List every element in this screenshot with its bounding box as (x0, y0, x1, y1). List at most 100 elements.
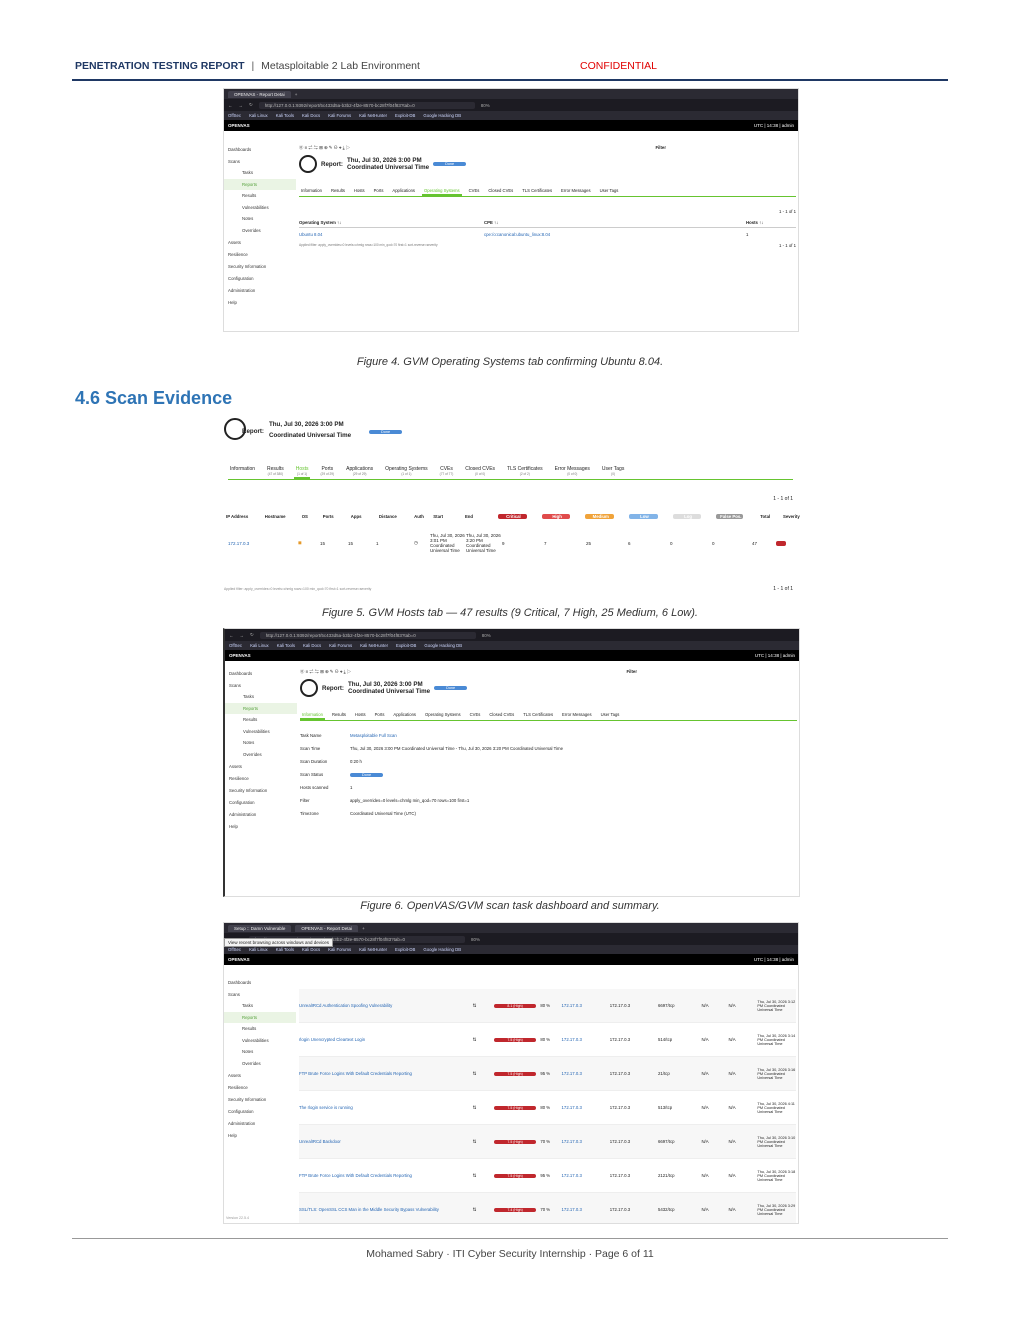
reload-icon[interactable]: ↻ (250, 632, 254, 638)
tab-ports[interactable]: Ports (29 of 29) (318, 465, 336, 479)
result-row[interactable]: UnrealIRCd Backdoor ⇅ 7.5 (High) 70 % 172.17… (299, 1125, 796, 1159)
sidebar-item-help[interactable]: Help (224, 1129, 296, 1141)
sidebar-item-security-information[interactable]: Security Information (224, 260, 296, 272)
tab-closed-cves[interactable]: Closed CVEs (0 of 0) (463, 465, 497, 479)
col-apps[interactable]: Apps (349, 514, 374, 519)
sidebar-item-help[interactable]: Help (225, 820, 297, 832)
sidebar-item-administration[interactable]: Administration (224, 1117, 296, 1129)
bookmark-link[interactable]: Kali NetHunter (359, 113, 387, 118)
col-low[interactable]: Low (629, 514, 658, 519)
bookmark-link[interactable]: Kali NetHunter (359, 947, 387, 952)
bookmark-link[interactable]: OffSec (228, 113, 241, 118)
bookmark-link[interactable]: Kali Docs (303, 643, 321, 648)
back-icon[interactable]: ← (229, 633, 234, 638)
result-name[interactable]: FTP Brute Force Logins With Default Cred… (299, 1173, 473, 1178)
zoom-level[interactable]: 80% (471, 937, 480, 942)
tab-error-messages[interactable]: Error Messages (560, 711, 594, 720)
sidebar-item-overrides[interactable]: Overrides (224, 1058, 296, 1070)
col-medium[interactable]: Medium (585, 514, 615, 519)
result-row[interactable]: FTP Brute Force Logins With Default Cred… (299, 1159, 796, 1193)
tab-closed-cves[interactable]: Closed CVEs (487, 711, 516, 720)
bookmark-link[interactable]: Kali Forums (329, 643, 352, 648)
browser-tab[interactable]: OPENVAS - Report Detai (228, 90, 291, 98)
result-name[interactable]: SSL/TLS: OpenSSL CCS Man in the Middle S… (299, 1207, 473, 1212)
sidebar-item-resilience[interactable]: Resilience (224, 248, 296, 260)
bookmark-link[interactable]: Google Hacking DB (424, 643, 462, 648)
col-ip-address[interactable]: IP Address (224, 514, 260, 519)
sidebar-item-tasks[interactable]: Tasks (224, 1000, 296, 1012)
sidebar-item-configuration[interactable]: Configuration (225, 796, 297, 808)
result-host-ip[interactable]: 172.17.0.3 (562, 1207, 610, 1212)
new-tab-icon[interactable]: + (362, 926, 365, 931)
toolbar-icons[interactable]: ⓪ ≡ ⇌ ⇋ ⊞ ⊛ ✎ ⊖ ⌖ ⤓ ▷ (299, 145, 350, 151)
tab-applications[interactable]: Applications (390, 187, 417, 196)
sidebar-item-results[interactable]: Results (224, 1023, 296, 1035)
tab-user-tags[interactable]: User Tags (598, 187, 621, 196)
tab-information[interactable]: Information (299, 187, 324, 196)
toolbar-icons[interactable]: ⓪ ≡ ⇌ ⇋ ⊞ ⊛ ✎ ⊖ ⌖ ⤓ ▷ (300, 669, 351, 675)
bookmark-link[interactable]: Kali Linux (249, 113, 268, 118)
bookmark-link[interactable]: Google Hacking DB (423, 113, 461, 118)
col-auth[interactable]: Auth (412, 514, 428, 519)
tab-results[interactable]: Results (329, 187, 347, 196)
sidebar-item-administration[interactable]: Administration (224, 284, 296, 296)
result-host-ip[interactable]: 172.17.0.3 (562, 1173, 610, 1178)
sidebar-item-reports[interactable]: Reports (225, 702, 297, 714)
os-name[interactable]: Ubuntu 8.04 (299, 232, 484, 237)
result-row[interactable]: SSL/TLS: OpenSSL CCS Man in the Middle S… (299, 1193, 796, 1223)
tab-hosts[interactable]: Hosts (352, 187, 367, 196)
tab-ports[interactable]: Ports (373, 711, 387, 720)
tab-operating-systems[interactable]: Operating Systems (1 of 1) (383, 465, 430, 479)
result-row[interactable]: rlogin Unencrypted Cleartext Login ⇅ 7.5 (… (299, 1023, 796, 1057)
sidebar-item-tasks[interactable]: Tasks (224, 167, 296, 179)
tab-closed-cves[interactable]: Closed CVEs (486, 187, 515, 196)
bookmark-link[interactable]: Kali NetHunter (360, 643, 388, 648)
sidebar-item-configuration[interactable]: Configuration (224, 1105, 296, 1117)
tab-operating-systems[interactable]: Operating Systems (423, 711, 463, 720)
col-cpe[interactable]: CPE ↑↓ (484, 220, 746, 225)
sidebar-item-reports[interactable]: Reports (224, 1011, 296, 1023)
result-name[interactable]: UnrealIRCd Backdoor (299, 1139, 473, 1144)
tab-tls-certificates[interactable]: TLS Certificates (520, 187, 554, 196)
result-host-ip[interactable]: 172.17.0.3 (562, 1139, 610, 1144)
sidebar-item-results[interactable]: Results (225, 714, 297, 726)
back-icon[interactable]: ← (228, 103, 233, 108)
tab-hosts[interactable]: Hosts (353, 711, 368, 720)
tab-tls-certificates[interactable]: TLS Certificates (2 of 2) (505, 465, 545, 479)
bookmark-link[interactable]: Google Hacking DB (423, 947, 461, 952)
sidebar-item-notes[interactable]: Notes (225, 737, 297, 749)
sidebar-item-dashboards[interactable]: Dashboards (225, 667, 297, 679)
sidebar-item-security-information[interactable]: Security Information (224, 1093, 296, 1105)
sidebar-item-administration[interactable]: Administration (225, 808, 297, 820)
bookmark-link[interactable]: Kali Docs (302, 113, 320, 118)
browser-tab[interactable]: OPENVAS - Report Detai (295, 924, 359, 932)
info-value[interactable]: Metasploitable Full Scan (350, 733, 397, 738)
col-high[interactable]: High (541, 514, 571, 519)
zoom-level[interactable]: 80% (482, 633, 491, 638)
col-ports[interactable]: Ports (321, 514, 346, 519)
tab-operating-systems[interactable]: Operating Systems (422, 187, 462, 196)
result-name[interactable]: UnrealIRCd Authentication Spoofing Vulne… (299, 1003, 473, 1008)
address-input[interactable]: http://127.0.0.1:9392/report/5c433d5a-b3… (258, 101, 475, 109)
col-os[interactable]: OS (300, 514, 318, 519)
sidebar-item-configuration[interactable]: Configuration (224, 272, 296, 284)
reload-icon[interactable]: ↻ (249, 102, 253, 108)
sidebar-item-dashboards[interactable]: Dashboards (224, 976, 296, 988)
col-log[interactable]: Log (672, 514, 702, 519)
host-ip[interactable]: 172.17.0.3 (228, 541, 298, 546)
sidebar-item-assets[interactable]: Assets (224, 236, 296, 248)
tab-information[interactable]: Information (228, 465, 257, 479)
sidebar-item-overrides[interactable]: Overrides (225, 749, 297, 761)
sidebar-item-scans[interactable]: Scans (225, 679, 297, 691)
result-name[interactable]: rlogin Unencrypted Cleartext Login (299, 1037, 473, 1042)
col-distance[interactable]: Distance (377, 514, 409, 519)
result-name[interactable]: FTP Brute Force Logins With Default Cred… (299, 1071, 473, 1076)
sidebar-item-resilience[interactable]: Resilience (225, 772, 297, 784)
sidebar-item-notes[interactable]: Notes (224, 1046, 296, 1058)
bookmark-link[interactable]: Kali Docs (302, 947, 320, 952)
bookmark-link[interactable]: Exploit-DB (395, 113, 415, 118)
sidebar-item-vulnerabilities[interactable]: Vulnerabilities (225, 726, 297, 738)
col-total[interactable]: Total (758, 514, 778, 519)
result-host-ip[interactable]: 172.17.0.3 (562, 1105, 610, 1110)
sidebar-item-help[interactable]: Help (224, 296, 296, 308)
